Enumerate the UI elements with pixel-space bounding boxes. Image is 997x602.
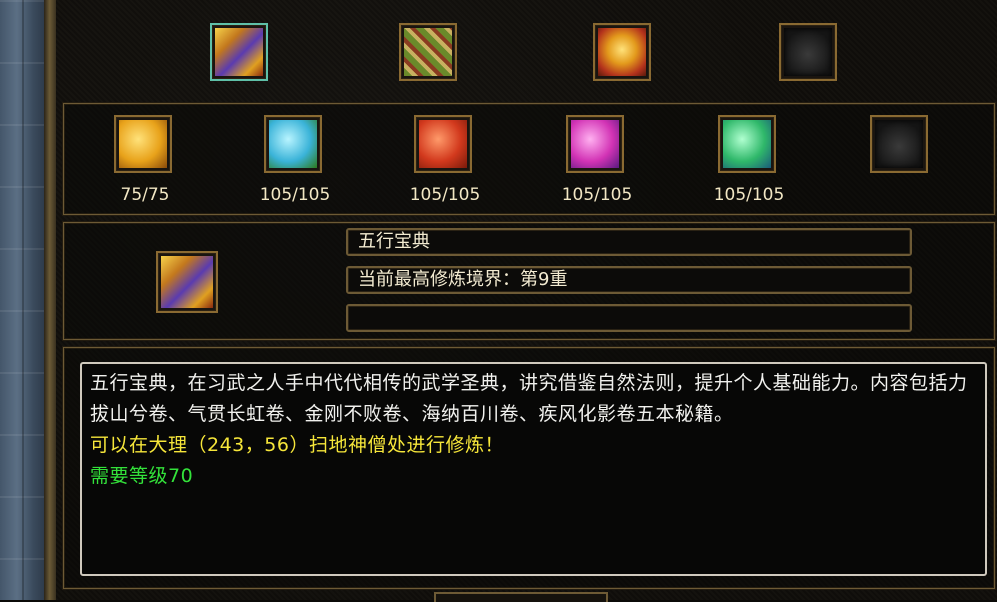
empty-slot-icon [784,28,832,76]
empty-slot-icon [875,120,923,168]
description-text: 五行宝典，在习武之人手中代代相传的武学圣典，讲究借鉴自然法则，提升个人基础能力。… [90,368,978,492]
description-box: 五行宝典，在习武之人手中代代相传的武学圣典，讲究借鉴自然法则，提升个人基础能力。… [80,362,987,576]
book-gold-icon [161,256,213,308]
book-cyan-icon [269,120,317,168]
top-slot-2[interactable] [399,23,457,81]
location-hint: 可以在大理（243，56）扫地神僧处进行修炼！ [90,434,504,456]
book-yellow-icon [119,120,167,168]
scroll-bundle-icon [404,28,452,76]
book-slot-2[interactable] [264,115,322,173]
top-slot-1[interactable] [210,23,268,81]
book-count-1: 75/75 [120,185,170,205]
detail-item-slot[interactable] [156,251,218,313]
book-green-icon [723,120,771,168]
books-section [63,103,995,215]
book-slot-4[interactable] [566,115,624,173]
description-line: 五行宝典，在习武之人手中代代相传的武学圣典，讲究借鉴自然法则，提升个人基础能力。… [90,372,968,425]
book-slot-6[interactable] [870,115,928,173]
item-title-field: 五行宝典 [346,228,912,256]
top-slot-3[interactable] [593,23,651,81]
book-count-2: 105/105 [259,185,331,205]
gold-bundle-icon [598,28,646,76]
book-count-3: 105/105 [409,185,481,205]
extra-field [346,304,912,332]
book-count-5: 105/105 [713,185,785,205]
bottom-tab[interactable] [434,592,608,602]
book-slot-5[interactable] [718,115,776,173]
book-slot-3[interactable] [414,115,472,173]
realm-field: 当前最高修炼境界：第9重 [346,266,912,294]
book-gold-icon [215,28,263,76]
top-slot-4[interactable] [779,23,837,81]
book-magenta-icon [571,120,619,168]
background-wall [0,0,48,600]
book-count-4: 105/105 [561,185,633,205]
book-slot-1[interactable] [114,115,172,173]
book-red-icon [419,120,467,168]
level-requirement: 需要等级70 [90,465,194,487]
